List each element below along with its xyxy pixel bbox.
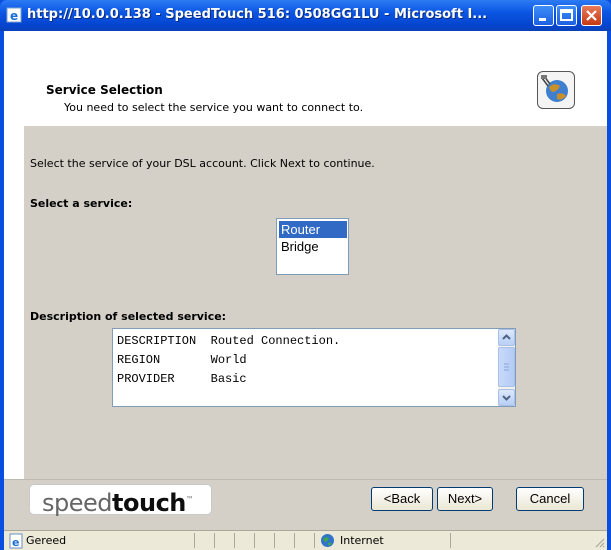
maximize-button[interactable]	[556, 5, 577, 26]
description-label: Description of selected service:	[30, 310, 227, 323]
status-pane	[254, 533, 255, 548]
page-title: Service Selection	[46, 83, 163, 97]
internet-explorer-icon: e	[6, 7, 22, 23]
service-listbox[interactable]: Router Bridge	[276, 218, 349, 275]
browser-window: e http://10.0.0.138 - SpeedTouch 516: 05…	[0, 0, 611, 550]
wizard-header: Service Selection You need to select the…	[4, 31, 607, 126]
service-label: Select a service:	[30, 197, 133, 210]
wizard-footer: speedtouch™ <Back Next> Cancel	[4, 480, 607, 530]
service-option-router[interactable]: Router	[279, 221, 347, 238]
status-pane	[214, 533, 215, 548]
status-pane	[194, 533, 195, 548]
service-option-bridge[interactable]: Bridge	[279, 238, 347, 255]
status-text: Gereed	[26, 534, 67, 547]
svg-text:e: e	[12, 536, 19, 549]
status-pane	[294, 533, 295, 548]
minimize-button[interactable]	[533, 5, 554, 26]
scroll-thumb[interactable]	[498, 347, 515, 387]
svg-text:e: e	[10, 9, 18, 23]
title-bar[interactable]: e http://10.0.0.138 - SpeedTouch 516: 05…	[0, 0, 611, 31]
description-row: PROVIDER Basic	[117, 372, 247, 386]
cancel-button[interactable]: Cancel	[516, 487, 584, 511]
content-panel: Select the service of your DSL account. …	[24, 126, 607, 479]
description-row: REGION World	[117, 353, 247, 367]
page-done-icon: e	[9, 533, 23, 549]
description-row: DESCRIPTION Routed Connection.	[117, 334, 341, 348]
zone-text: Internet	[340, 534, 384, 547]
close-icon	[586, 10, 597, 21]
chevron-up-icon	[502, 334, 511, 340]
status-bar: e Gereed Internet	[4, 530, 607, 550]
logo-text-light: speed	[42, 489, 113, 517]
status-pane	[234, 533, 235, 548]
minimize-icon	[539, 18, 546, 21]
scroll-up-button[interactable]	[498, 329, 515, 346]
next-button[interactable]: Next>	[437, 487, 493, 511]
logo-text-bold: touch	[112, 489, 186, 517]
vertical-scrollbar[interactable]	[498, 329, 515, 406]
resize-grip-icon[interactable]	[593, 536, 605, 548]
maximize-icon	[560, 9, 573, 21]
window-title: http://10.0.0.138 - SpeedTouch 516: 0508…	[27, 7, 488, 22]
globe-icon	[537, 71, 575, 109]
chevron-down-icon	[502, 395, 511, 401]
description-textarea[interactable]: DESCRIPTION Routed Connection. REGION Wo…	[112, 328, 516, 407]
dialog-content: Service Selection You need to select the…	[4, 31, 607, 530]
page-subtitle: You need to select the service you want …	[64, 101, 364, 114]
back-button[interactable]: <Back	[371, 487, 433, 511]
grip-lines-icon	[504, 363, 509, 371]
speedtouch-logo: speedtouch™	[29, 484, 212, 517]
status-pane	[274, 533, 275, 548]
internet-zone-icon	[321, 534, 334, 547]
scroll-down-button[interactable]	[498, 389, 515, 406]
logo-trademark: ™	[185, 495, 194, 504]
instruction-text: Select the service of your DSL account. …	[30, 157, 375, 170]
status-pane	[314, 533, 315, 548]
close-button[interactable]	[581, 5, 602, 26]
status-pane	[450, 533, 451, 548]
